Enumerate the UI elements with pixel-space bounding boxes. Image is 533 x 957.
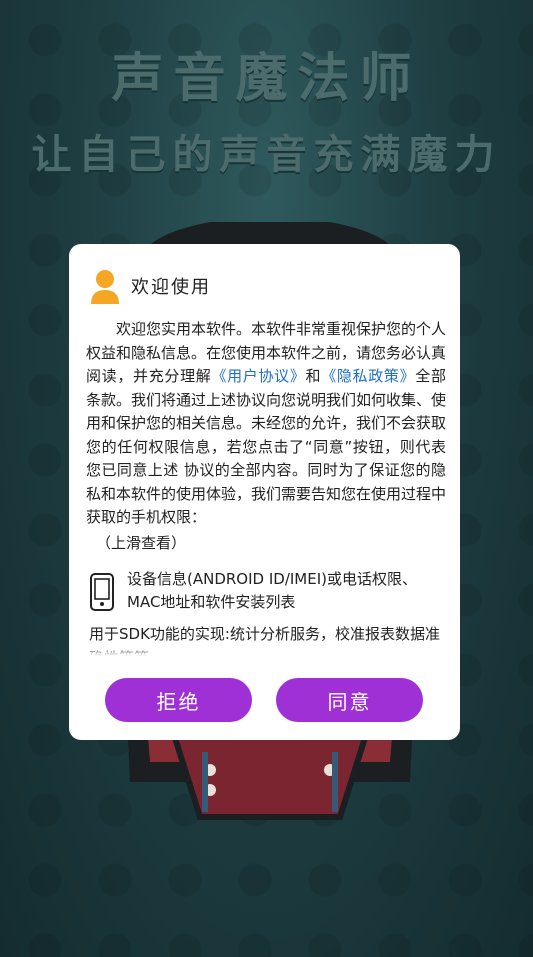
agree-button[interactable]: 同意: [276, 678, 423, 722]
dialog-header: 欢迎使用: [89, 266, 211, 306]
permission-item: 设备信息(ANDROID ID/IMEI)或电话权限、MAC地址和软件安装列表: [89, 568, 449, 614]
privacy-paragraph: 欢迎您实用本软件。本软件非常重视保护您的个人权益和隐私信息。在您使用本软件之前，…: [86, 318, 446, 530]
body-text-and: 和: [305, 367, 322, 385]
user-agreement-link[interactable]: 《用户协议》: [211, 367, 305, 385]
privacy-policy-link[interactable]: 《隐私政策》: [321, 367, 415, 385]
dialog-title: 欢迎使用: [131, 277, 211, 298]
welcome-dialog: 欢迎使用 欢迎您实用本软件。本软件非常重视保护您的个人权益和隐私信息。在您使用本…: [69, 244, 460, 740]
dialog-body: 欢迎您实用本软件。本软件非常重视保护您的个人权益和隐私信息。在您使用本软件之前，…: [86, 318, 446, 555]
user-avatar-icon: [91, 270, 119, 304]
permission-description: 用于SDK功能的实现:统计分析服务，校准报表数据准确性等等: [89, 625, 440, 656]
scroll-hint: （上滑查看）: [96, 533, 187, 552]
permission-text: 设备信息(ANDROID ID/IMEI)或电话权限、MAC地址和软件安装列表: [127, 570, 418, 611]
reject-button[interactable]: 拒绝: [105, 678, 252, 722]
body-text-part2: 全部条款。我们将通过上述协议向您说明我们如何收集、使用和保护您的相关信息。未经您…: [86, 367, 447, 526]
phone-icon: [90, 573, 114, 611]
